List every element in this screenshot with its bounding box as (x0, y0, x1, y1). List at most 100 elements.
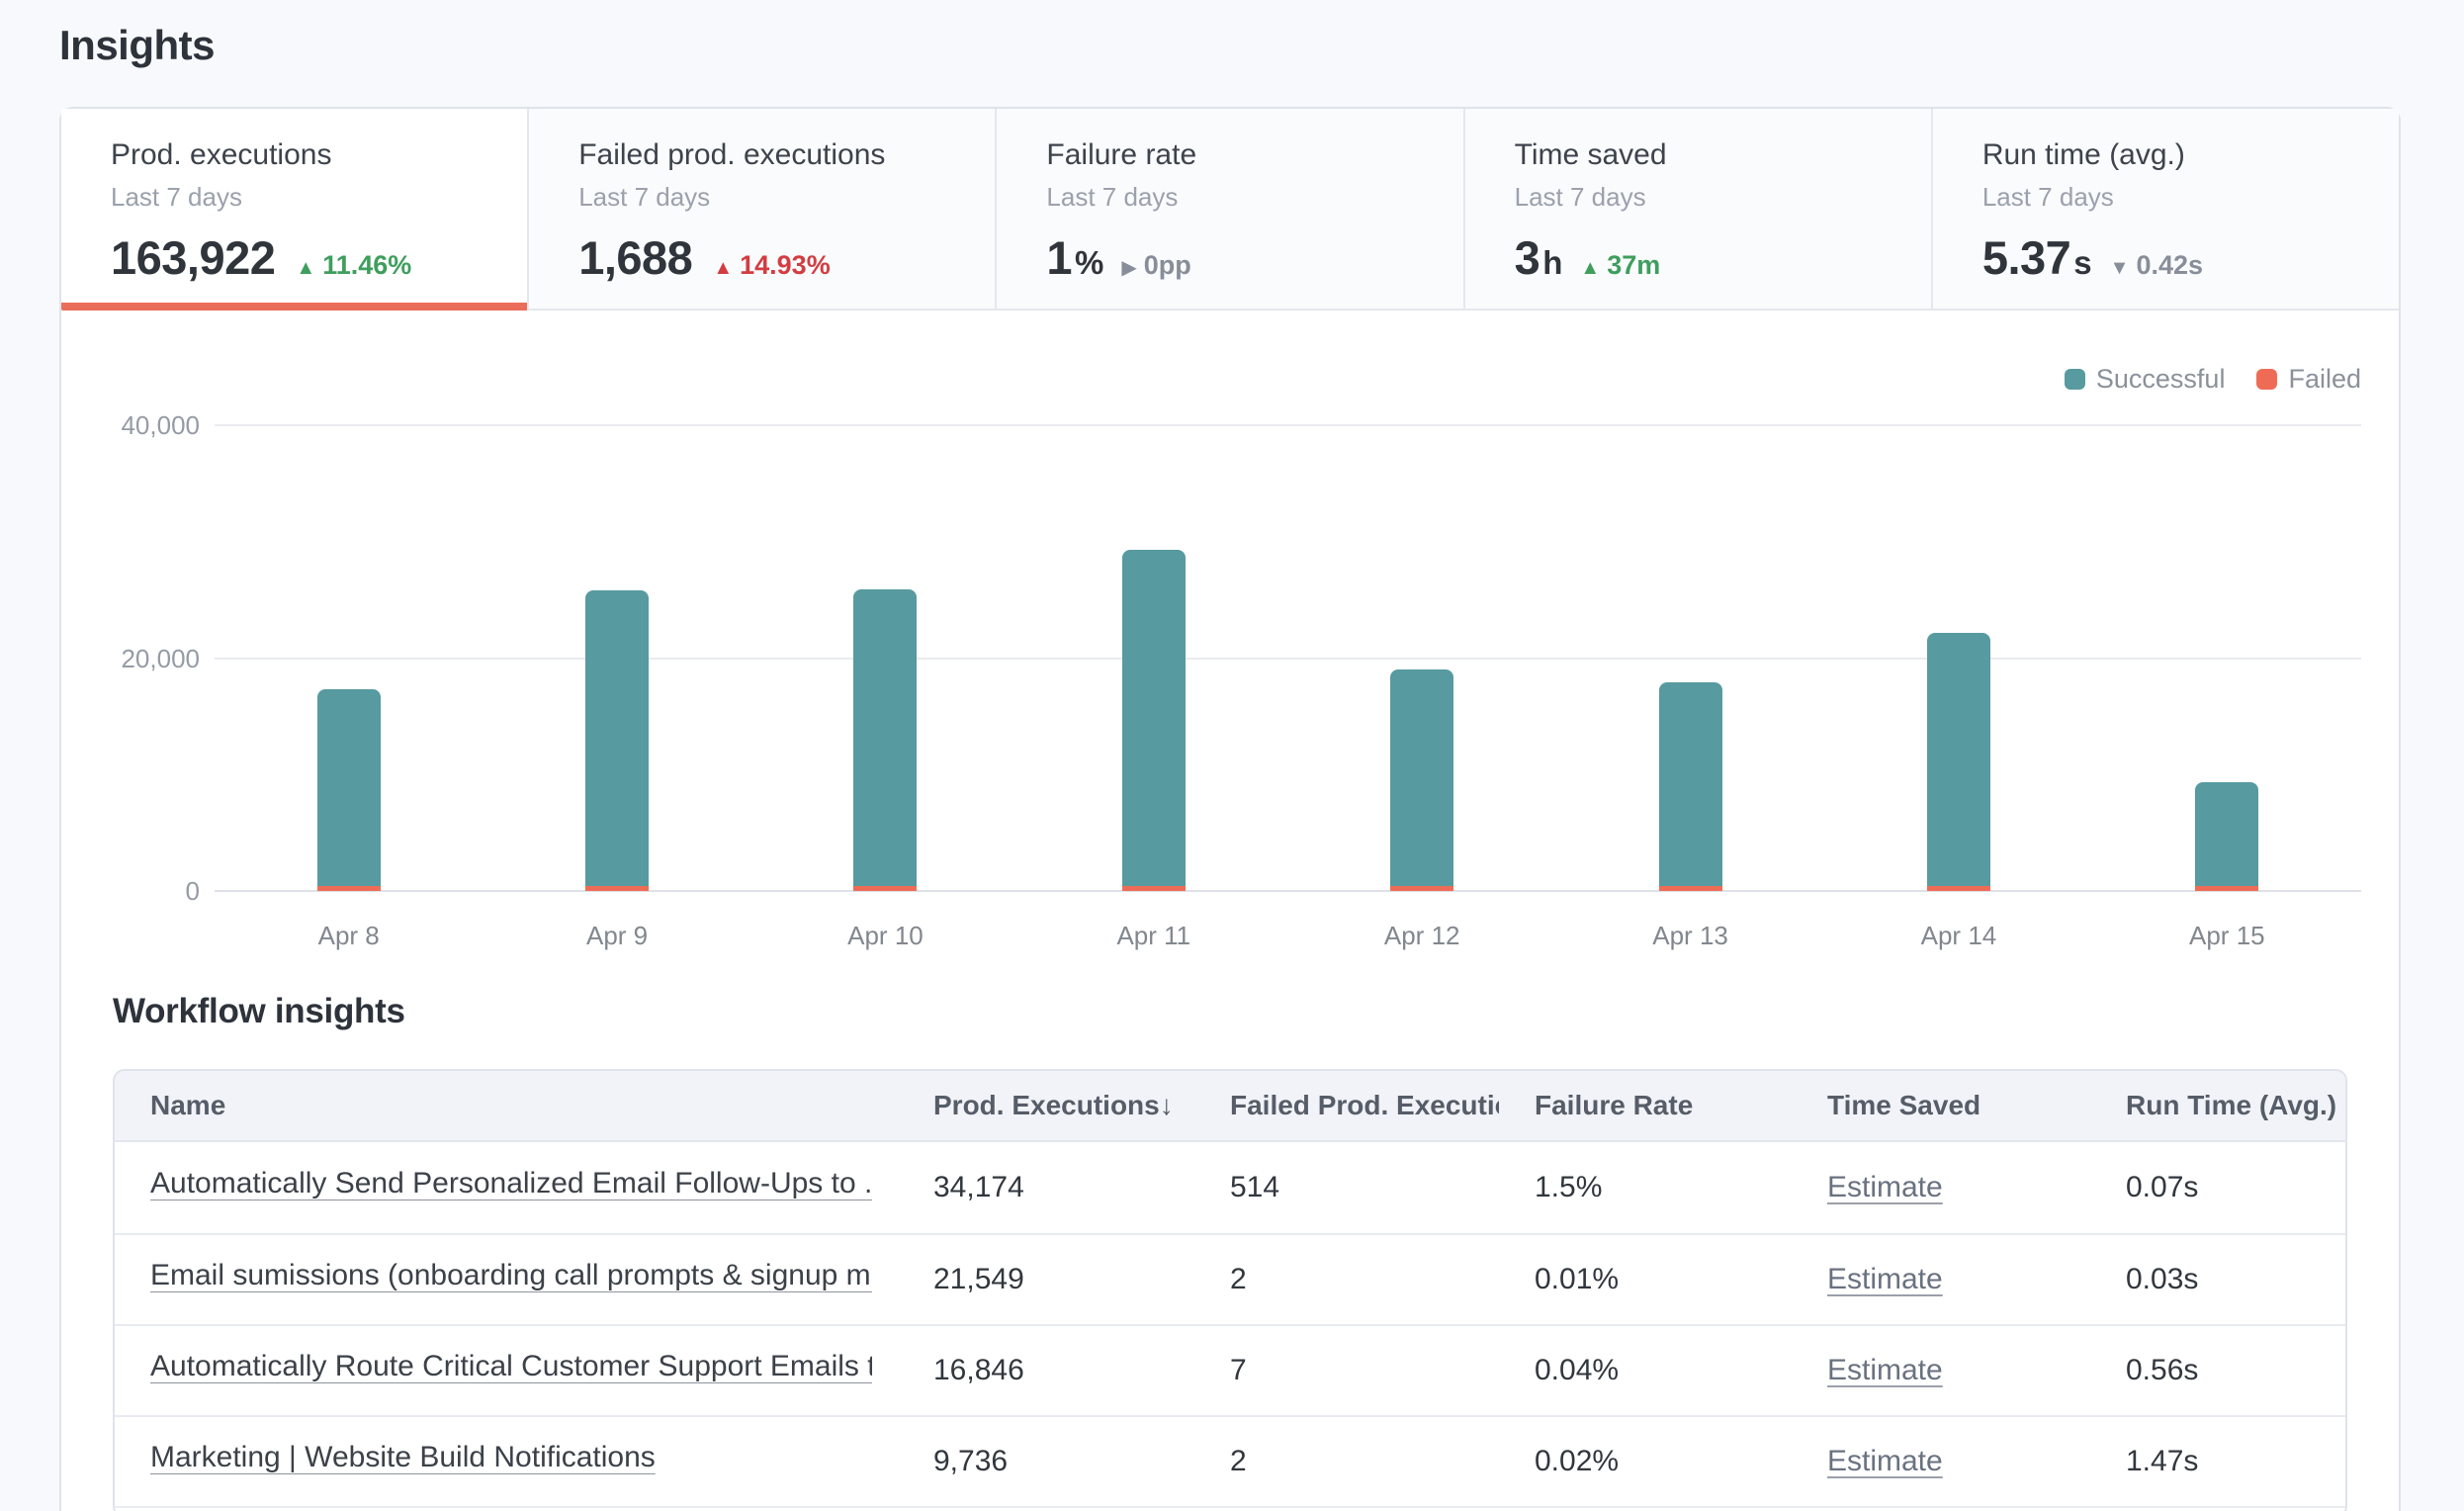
table-next-row-partial (115, 1506, 2345, 1511)
bar-failed-segment (1122, 886, 1186, 891)
bar-failed-segment (585, 886, 649, 891)
column-header-name[interactable]: Name (115, 1090, 898, 1121)
bar-apr-9[interactable] (585, 590, 649, 891)
failed-swatch-icon (2256, 369, 2277, 390)
metric-value: 5.37 (1982, 230, 2070, 285)
x-tick-label: Apr 8 (318, 921, 380, 951)
chart-legend: Successful Failed (2065, 364, 2361, 395)
bar-successful-segment (1659, 682, 1722, 886)
table-row: Email sumissions (onboarding call prompt… (115, 1233, 2345, 1324)
column-header-time-saved[interactable]: Time Saved (1792, 1090, 2090, 1121)
time-saved-estimate-link[interactable]: Estimate (1827, 1354, 1943, 1386)
metric-period: Last 7 days (1046, 182, 1415, 213)
y-tick-label: 20,000 (61, 644, 200, 674)
column-header-run-time[interactable]: Run Time (Avg.) (2090, 1090, 2345, 1121)
failed-prod-executions-value: 2 (1194, 1445, 1499, 1478)
run-time-value: 0.07s (2090, 1171, 2345, 1204)
bar-successful-segment (1927, 633, 1990, 886)
metric-delta: 11.46% (322, 250, 411, 281)
y-tick-label: 0 (61, 876, 200, 907)
x-tick-label: Apr 9 (586, 921, 648, 951)
bar-successful-segment (2195, 782, 2258, 886)
bar-apr-10[interactable] (853, 589, 917, 891)
chart-plot (215, 425, 2361, 891)
metric-period: Last 7 days (1515, 182, 1884, 213)
bar-apr-11[interactable] (1122, 550, 1186, 891)
metric-card-prod-executions[interactable]: Prod. executions Last 7 days 163,922 ▲ 1… (61, 109, 527, 309)
table-row: Marketing | Website Build Notifications … (115, 1415, 2345, 1506)
bar-apr-8[interactable] (317, 689, 381, 891)
metric-value: 1 (1046, 230, 1072, 285)
time-saved-estimate-link[interactable]: Estimate (1827, 1445, 1943, 1477)
failure-rate-value: 0.02% (1499, 1445, 1792, 1478)
metric-delta: 0pp (1144, 250, 1191, 281)
workflow-name-link[interactable]: Marketing | Website Build Notifications (150, 1441, 656, 1474)
metric-card-failure-rate[interactable]: Failure rate Last 7 days 1 % ▶ 0pp (995, 109, 1462, 309)
metric-delta: 37m (1607, 250, 1660, 281)
metric-label: Failed prod. executions (578, 138, 947, 172)
metric-delta: 0.42s (2136, 250, 2203, 281)
trend-up-icon: ▲ (713, 257, 733, 280)
metric-value: 1,688 (578, 230, 692, 285)
metric-card-failed-prod-executions[interactable]: Failed prod. executions Last 7 days 1,68… (527, 109, 995, 309)
column-header-failure-rate[interactable]: Failure Rate (1499, 1090, 1792, 1121)
bar-failed-segment (2195, 886, 2258, 891)
page-title: Insights (59, 22, 215, 69)
bar-apr-12[interactable] (1390, 669, 1453, 891)
run-time-value: 0.56s (2090, 1354, 2345, 1387)
x-tick-label: Apr 11 (1116, 921, 1190, 951)
prod-executions-value: 21,549 (898, 1263, 1194, 1296)
metric-cards-row: Prod. executions Last 7 days 163,922 ▲ 1… (61, 109, 2399, 311)
metric-unit: s (2073, 244, 2091, 282)
metric-card-time-saved[interactable]: Time saved Last 7 days 3 h ▲ 37m (1463, 109, 1931, 309)
legend-label: Successful (2096, 364, 2226, 395)
workflow-name-link[interactable]: Email sumissions (onboarding call prompt… (150, 1259, 872, 1292)
failure-rate-value: 1.5% (1499, 1171, 1792, 1204)
trend-up-icon: ▲ (1580, 257, 1600, 280)
metric-card-run-time-avg[interactable]: Run time (avg.) Last 7 days 5.37 s ▼ 0.4… (1931, 109, 2399, 309)
insights-panel: Prod. executions Last 7 days 163,922 ▲ 1… (59, 107, 2401, 1511)
bar-successful-segment (853, 589, 917, 886)
failed-prod-executions-value: 2 (1194, 1263, 1499, 1296)
table-header-row: Name Prod. Executions↓ Failed Prod. Exec… (115, 1071, 2345, 1142)
bar-failed-segment (1390, 886, 1453, 891)
trend-up-icon: ▲ (296, 257, 315, 280)
trend-flat-icon: ▶ (1121, 255, 1136, 280)
prod-executions-value: 34,174 (898, 1171, 1194, 1204)
bar-failed-segment (1659, 886, 1722, 891)
workflow-insights-title: Workflow insights (113, 992, 2347, 1031)
bar-apr-15[interactable] (2195, 782, 2258, 891)
bar-successful-segment (317, 689, 381, 886)
column-header-prod-executions[interactable]: Prod. Executions↓ (898, 1090, 1194, 1121)
workflow-insights-table: Name Prod. Executions↓ Failed Prod. Exec… (113, 1069, 2347, 1511)
executions-chart: Successful Failed 0 20,000 40,000 Apr 8 Apr … (61, 311, 2399, 966)
workflow-name-link[interactable]: Automatically Send Personalized Email Fo… (150, 1167, 872, 1200)
failure-rate-value: 0.01% (1499, 1263, 1792, 1296)
metric-unit: h (1542, 244, 1562, 282)
metric-value: 3 (1515, 230, 1540, 285)
y-tick-label: 40,000 (61, 410, 200, 441)
bar-failed-segment (1927, 886, 1990, 891)
metric-label: Prod. executions (111, 138, 480, 172)
x-tick-label: Apr 13 (1652, 921, 1728, 951)
bar-successful-segment (1122, 550, 1186, 886)
metric-delta: 14.93% (740, 250, 831, 281)
table-row: Automatically Route Critical Customer Su… (115, 1324, 2345, 1415)
legend-item-successful[interactable]: Successful (2065, 364, 2226, 395)
bar-successful-segment (585, 590, 649, 886)
bar-apr-14[interactable] (1927, 633, 1990, 891)
column-header-failed-prod-executions[interactable]: Failed Prod. Executions (1194, 1090, 1499, 1121)
gridline (215, 890, 2361, 892)
time-saved-estimate-link[interactable]: Estimate (1827, 1263, 1943, 1295)
run-time-value: 1.47s (2090, 1445, 2345, 1478)
bar-apr-13[interactable] (1659, 682, 1722, 891)
metric-value: 163,922 (111, 230, 275, 285)
time-saved-estimate-link[interactable]: Estimate (1827, 1171, 1943, 1203)
prod-executions-value: 9,736 (898, 1445, 1194, 1478)
failed-prod-executions-value: 7 (1194, 1354, 1499, 1387)
bar-failed-segment (853, 886, 917, 891)
x-tick-label: Apr 10 (847, 921, 924, 951)
workflow-name-link[interactable]: Automatically Route Critical Customer Su… (150, 1350, 872, 1383)
legend-item-failed[interactable]: Failed (2256, 364, 2361, 395)
metric-label: Run time (avg.) (1982, 138, 2351, 172)
